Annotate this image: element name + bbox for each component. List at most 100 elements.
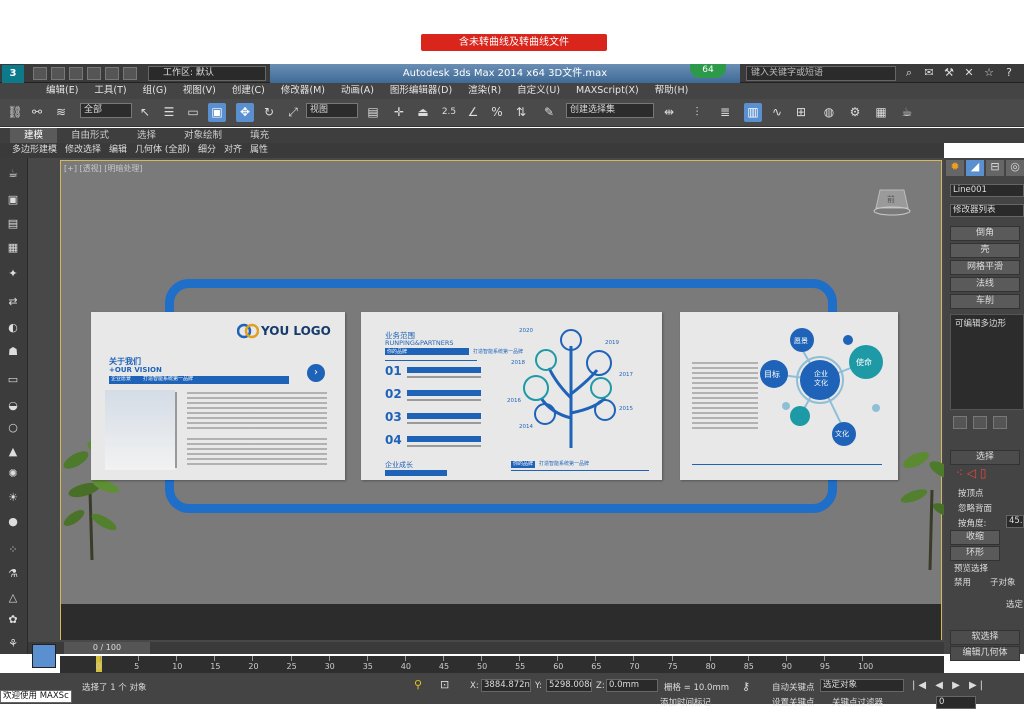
render-icon[interactable]: ☕ xyxy=(898,103,916,122)
align-icon[interactable]: ⫶ xyxy=(688,103,706,122)
by-angle-checkbox[interactable]: 按角度: xyxy=(958,517,986,529)
object-name-field[interactable]: Line001 xyxy=(950,184,1024,197)
select-by-name-icon[interactable]: ☰ xyxy=(160,103,178,122)
ignore-backface-checkbox[interactable]: 忽略背面 xyxy=(958,502,992,514)
dynamics-icon[interactable]: ⚗ xyxy=(4,566,22,582)
ribbon-geometry-all[interactable]: 几何体 (全部) xyxy=(131,143,194,158)
save-file-icon[interactable] xyxy=(69,67,83,80)
pyramid-icon[interactable]: △ xyxy=(4,590,22,606)
ring-button[interactable]: 环形 xyxy=(950,546,1000,561)
make-unique-icon[interactable] xyxy=(993,416,1007,429)
tab-freeform[interactable]: 自由形式 xyxy=(57,128,123,143)
edit-geometry-rollout[interactable]: 编辑几何体 xyxy=(950,646,1020,661)
isolate-icon[interactable]: ⊡ xyxy=(440,678,449,691)
circle-icon[interactable]: ○ xyxy=(4,420,22,436)
sun-icon[interactable]: ☀ xyxy=(4,490,22,506)
playback-controls[interactable]: |◀ ◀ ▶ ▶| xyxy=(912,680,986,691)
menu-help[interactable]: 帮助(H) xyxy=(647,83,697,99)
subscription-icon[interactable]: ✉ xyxy=(922,66,936,80)
teapot-icon[interactable]: ☕ xyxy=(4,166,22,182)
angle-input[interactable]: 45.0 xyxy=(1006,515,1024,528)
viewcube[interactable]: 前 xyxy=(870,186,914,216)
viewcube-label[interactable]: 前 xyxy=(887,194,895,205)
z-coord-input[interactable]: 0.0mm xyxy=(606,679,658,692)
globe-icon[interactable]: ✿ xyxy=(4,612,22,628)
timeline-ruler[interactable] xyxy=(60,656,944,673)
key-icon[interactable]: ⚷ xyxy=(742,680,750,693)
panel-culture[interactable]: 企业 文化 目标 愿景 使命 文化 xyxy=(680,312,898,480)
shrink-button[interactable]: 收缩 xyxy=(950,530,1000,545)
panel-business[interactable]: 业务范围 RUNPING&PARTNERS 你的品牌 打造智能系统第一品牌 企业… xyxy=(361,312,662,480)
modify-tab-icon[interactable]: ◢ xyxy=(966,160,984,176)
menu-customize[interactable]: 自定义(U) xyxy=(509,83,568,99)
shell-button[interactable]: 壳 xyxy=(950,243,1020,258)
graphite-toggle-icon[interactable]: ▥ xyxy=(744,103,762,122)
tab-modeling[interactable]: 建模 xyxy=(10,128,58,143)
cone-icon[interactable]: ▲ xyxy=(4,444,22,460)
box-icon[interactable]: ▭ xyxy=(4,372,22,388)
mirror-icon[interactable]: ⇹ xyxy=(660,103,678,122)
star-icon[interactable]: ☆ xyxy=(982,66,996,80)
particles-icon[interactable]: ⁘ xyxy=(4,542,22,558)
select-manipulate-icon[interactable]: ✛ xyxy=(390,103,408,122)
pivot-center-icon[interactable]: ▤ xyxy=(364,103,382,122)
selection-rollout[interactable]: 选择 xyxy=(950,450,1020,465)
tab-populate[interactable]: 填充 xyxy=(236,128,283,143)
link-icon[interactable]: ⛓ xyxy=(6,103,24,122)
angle-snap-icon[interactable]: ∠ xyxy=(464,103,482,122)
lathe-button[interactable]: 车削 xyxy=(950,294,1020,309)
reference-coord-dropdown[interactable]: 视图 xyxy=(306,103,358,118)
material-icon[interactable]: ▣ xyxy=(4,192,22,208)
ribbon-align[interactable]: 对齐 xyxy=(220,143,246,158)
x-coord-input[interactable]: 3884.872n xyxy=(481,679,531,692)
redo-icon[interactable] xyxy=(105,67,119,80)
schematic-view-icon[interactable]: ⊞ xyxy=(792,103,810,122)
time-slider[interactable] xyxy=(28,642,944,654)
bind-space-warp-icon[interactable]: ≋ xyxy=(52,103,70,122)
select-object-icon[interactable]: ↖ xyxy=(136,103,154,122)
disable-radio[interactable]: 禁用 xyxy=(954,576,971,588)
tab-object-paint[interactable]: 对象绘制 xyxy=(170,128,236,143)
key-mode-dropdown[interactable]: 选定对象 xyxy=(820,679,904,692)
window-crossing-icon[interactable]: ▣ xyxy=(208,103,226,122)
sphere-half-icon[interactable]: ◐ xyxy=(4,320,22,336)
grid-icon[interactable]: ▦ xyxy=(4,240,22,256)
ribbon-modify-selection[interactable]: 修改选择 xyxy=(61,143,105,158)
modifier-stack[interactable]: 可编辑多边形 xyxy=(950,314,1024,410)
modifier-list-dropdown[interactable]: 修改器列表 xyxy=(950,204,1024,217)
by-vertex-checkbox[interactable]: 按顶点 xyxy=(958,487,984,499)
rotate-icon[interactable]: ↻ xyxy=(260,103,278,122)
hierarchy-tab-icon[interactable]: ⊟ xyxy=(986,160,1004,176)
menu-group[interactable]: 组(G) xyxy=(135,83,175,99)
menu-rendering[interactable]: 渲染(R) xyxy=(460,83,509,99)
key-filters-button[interactable]: 关键点过滤器 xyxy=(832,696,883,708)
auto-key-button[interactable]: 自动关键点 xyxy=(772,681,815,693)
render-small-icon[interactable]: ☗ xyxy=(4,344,22,360)
menu-animation[interactable]: 动画(A) xyxy=(333,83,382,99)
binoculars-icon[interactable]: ⌕ xyxy=(902,66,916,80)
meshsmooth-button[interactable]: 网格平滑 xyxy=(950,260,1020,275)
edit-named-sel-icon[interactable]: ✎ xyxy=(540,103,558,122)
help-icon[interactable]: ? xyxy=(1002,66,1016,80)
undo-icon[interactable] xyxy=(87,67,101,80)
ribbon-polygon-modeling[interactable]: 多边形建模 xyxy=(8,143,61,158)
lock-icon[interactable]: ⚲ xyxy=(414,678,422,691)
scale-icon[interactable]: ⤢ xyxy=(284,103,302,122)
ribbon-subdivision[interactable]: 细分 xyxy=(194,143,220,158)
snaps-toggle-icon[interactable]: 2.5 xyxy=(440,103,458,122)
bevel-button[interactable]: 倒角 xyxy=(950,226,1020,241)
tab-selection[interactable]: 选择 xyxy=(123,128,170,143)
y-coord-input[interactable]: 5298.008n xyxy=(546,679,592,692)
frame-counter[interactable]: 0 / 100 xyxy=(64,642,150,654)
subobject-icons[interactable]: ⁖ ◁ ▯ xyxy=(956,466,987,480)
percent-snap-icon[interactable]: % xyxy=(488,103,506,122)
search-input[interactable]: 键入关键字或短语 xyxy=(746,66,896,81)
set-key-button[interactable]: 设置关键点 xyxy=(772,696,815,708)
current-frame-input[interactable]: 0 xyxy=(936,696,976,709)
spinner-snap-icon[interactable]: ⇅ xyxy=(512,103,530,122)
menu-view[interactable]: 视图(V) xyxy=(175,83,224,99)
subobject-radio[interactable]: 子对象 xyxy=(990,576,1016,588)
light-bulb-icon[interactable]: ✦ xyxy=(4,266,22,282)
menu-graph-editors[interactable]: 图形编辑器(D) xyxy=(382,83,460,99)
show-result-icon[interactable] xyxy=(973,416,987,429)
